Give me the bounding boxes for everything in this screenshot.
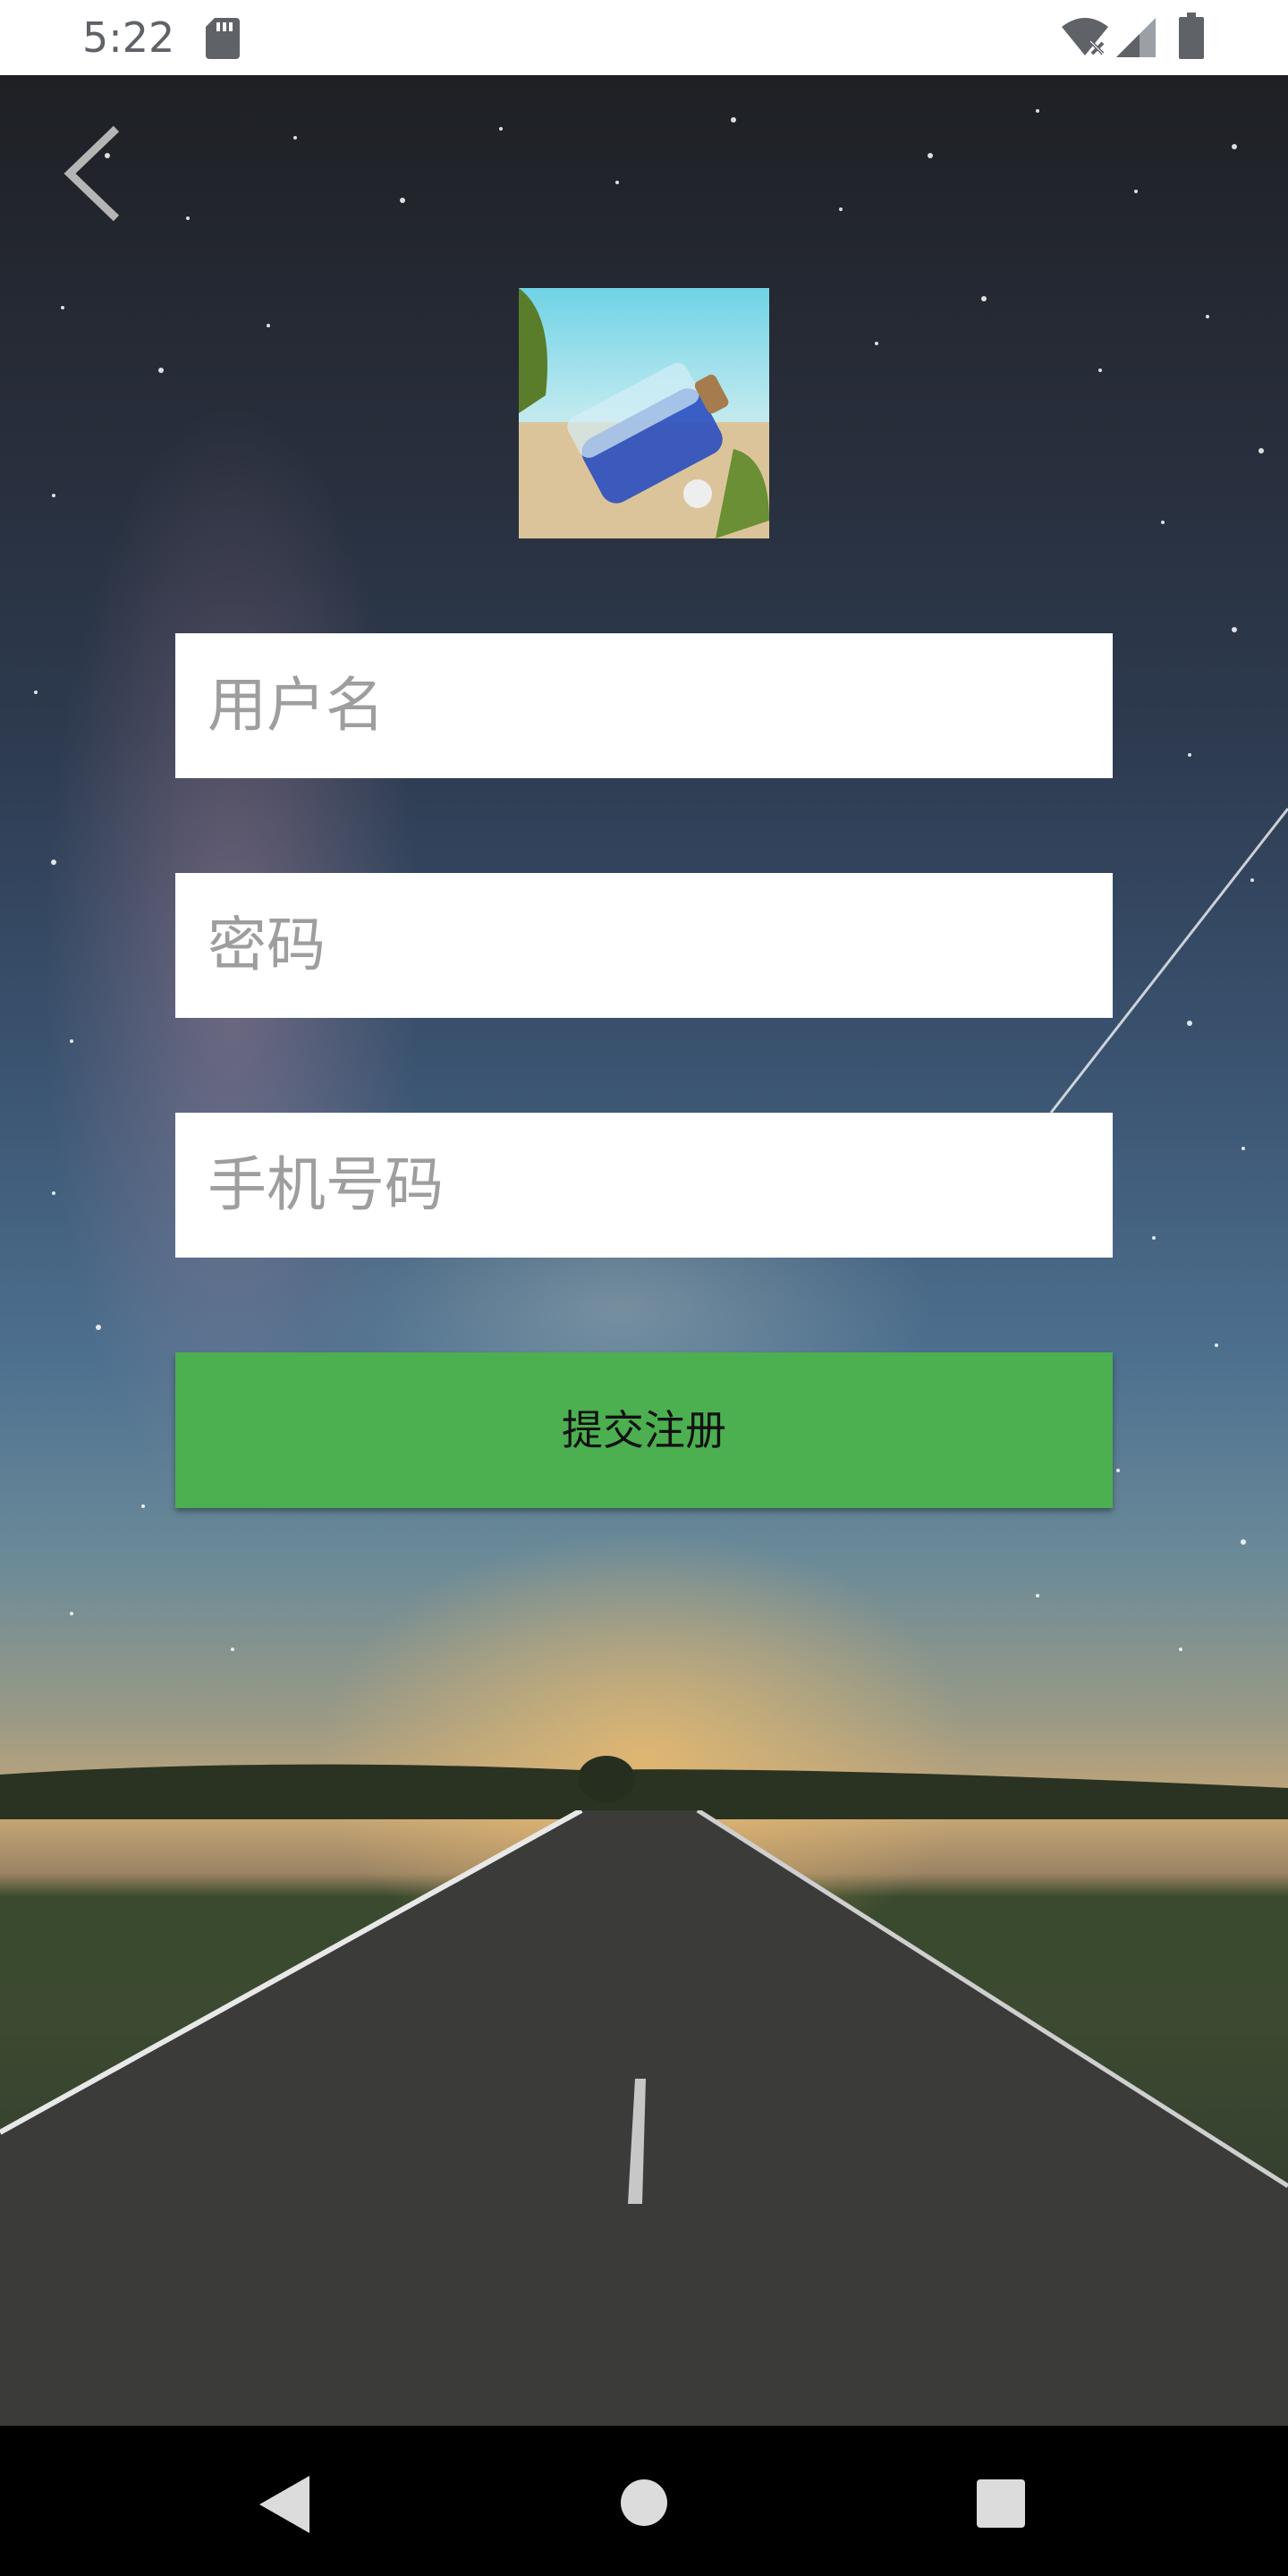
register-screen: 用户名 密码 手机号码 提交注册	[0, 75, 1288, 2426]
chevron-left-icon	[64, 125, 120, 222]
status-bar: 5:22	[0, 0, 1288, 75]
system-navigation-bar	[0, 2426, 1288, 2576]
road-background	[0, 1810, 1288, 2426]
submit-registration-button[interactable]: 提交注册	[175, 1352, 1113, 1508]
back-button[interactable]	[54, 120, 134, 236]
signal-icon	[1116, 18, 1156, 57]
status-time: 5:22	[82, 13, 175, 62]
wifi-off-icon	[1062, 18, 1108, 56]
nav-home-icon[interactable]	[621, 2479, 667, 2526]
nav-back-icon[interactable]	[259, 2476, 309, 2533]
username-input[interactable]: 用户名	[175, 633, 1113, 778]
phone-number-input[interactable]: 手机号码	[175, 1113, 1113, 1258]
nav-recents-icon[interactable]	[977, 2479, 1025, 2528]
app-logo	[519, 288, 769, 538]
battery-icon	[1179, 13, 1204, 59]
password-input[interactable]: 密码	[175, 873, 1113, 1018]
sd-card-icon	[206, 18, 240, 59]
